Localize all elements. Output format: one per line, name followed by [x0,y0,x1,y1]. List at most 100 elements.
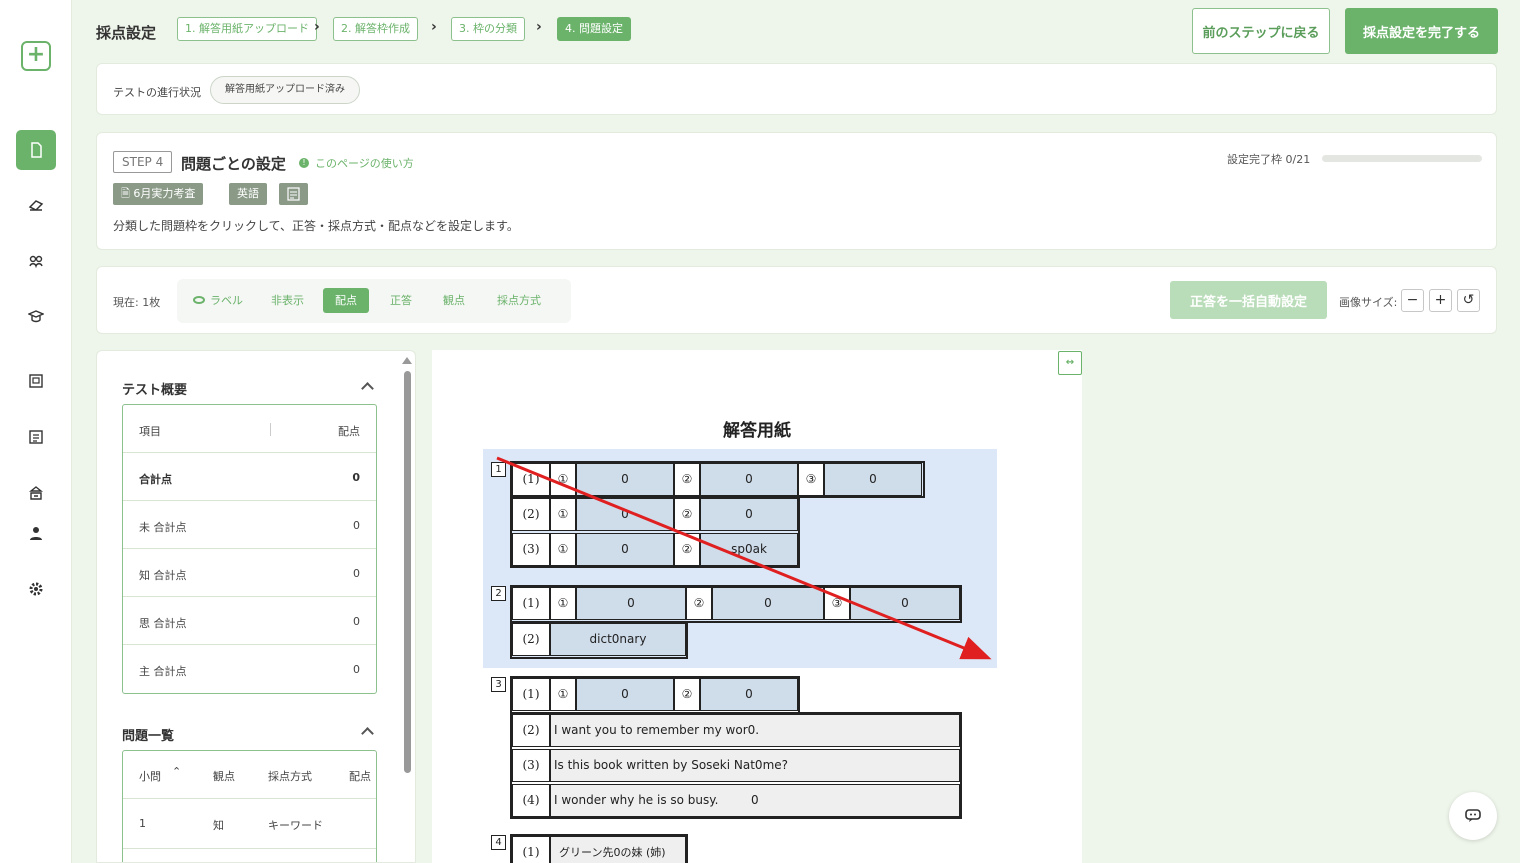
current-page-label: 現在: 1枚 [113,296,161,309]
breadcrumb-step-3[interactable]: 3. 枠の分類 [451,17,525,41]
column-item: 項目 [139,425,161,438]
chevron-up-icon[interactable] [361,382,374,395]
column-score: 配点 [349,770,371,783]
sidebar-item-teacher[interactable] [16,297,56,337]
tab-hidden[interactable]: 非表示 [259,288,316,313]
students-icon [29,255,43,269]
question-table: 小問 ⌃ 観点 採点方式 配点 › 1 知 キーワード [122,750,377,862]
progress-card: テストの進行状況 解答用紙アップロード済み [96,63,1497,115]
table-header: 小問 ⌃ 観点 採点方式 配点 › [123,751,376,799]
column-viewpoint: 観点 [213,770,235,783]
tab-label-text: ラベル [210,294,243,307]
table-row[interactable]: 1 知 キーワード [123,799,376,849]
tab-answer[interactable]: 正答 [378,288,424,313]
auto-answer-button[interactable]: 正答を一括自動設定 [1170,281,1327,319]
row-subquestion: 1 [139,817,146,830]
chevron-right-icon: › [431,19,437,35]
view-mode-tabs: ラベル 非表示 配点 正答 観点 採点方式 [177,279,571,323]
back-button[interactable]: 前のステップに戻る [1192,8,1330,54]
sidebar-item-user[interactable] [16,513,56,553]
row-viewpoint: 知 [213,819,224,832]
sidebar-item-scan[interactable] [16,185,56,225]
row-score: 0 [353,663,360,676]
subject-tag: 英語 [229,183,267,205]
breadcrumb-step-1[interactable]: 1. 解答用紙アップロード [177,17,317,41]
page-title: 採点設定 [96,24,157,42]
reset-zoom-button[interactable]: ↺ [1457,289,1480,312]
left-panel: テスト概要 項目 配点 合計点 0 未 合計点 0 知 合計点 0 思 合計点 … [96,350,416,863]
zoom-out-button[interactable]: − [1401,289,1424,312]
chat-icon [1465,809,1481,822]
sidebar-item-document[interactable] [16,130,56,170]
teacher-icon [28,310,44,323]
scroll-up-icon[interactable] [402,357,412,364]
row-score: 0 [353,615,360,628]
step-title: 問題ごとの設定 [181,155,286,173]
chevron-up-icon[interactable] [361,727,374,740]
sidebar-item-students[interactable] [16,241,56,281]
step-badge: STEP 4 [113,151,173,173]
sidebar: + [0,0,72,863]
row-score: 0 [352,471,360,484]
sidebar-item-list[interactable] [16,417,56,457]
status-badge: 解答用紙アップロード済み [210,76,360,104]
sort-icon[interactable]: ⌃ [172,765,181,778]
table-row: 主 合計点 0 [123,645,376,693]
info-icon: ! [299,158,309,168]
row-score: 0 [353,567,360,580]
row-item: 合計点 [139,473,172,486]
breadcrumb-step-2[interactable]: 2. 解答枠作成 [333,17,418,41]
image-size-label: 画像サイズ: [1339,296,1398,309]
row-score: 0 [353,519,360,532]
arrow-icon [496,456,992,660]
tab-scoring-method[interactable]: 採点方式 [485,288,553,313]
test-name-label: 6月実力考査 [133,187,196,200]
overview-title: テスト概要 [122,383,188,398]
sidebar-item-settings[interactable] [16,569,56,609]
answer-sheet-panel: ↔ 解答用紙 1 (1) ① 0 ② 0 ③ 0 (2) ① 0 ② 0 (3)… [432,350,1082,863]
sidebar-item-organization[interactable] [16,473,56,513]
eye-icon [193,296,205,304]
organization-icon [29,486,43,500]
breadcrumb-step-4[interactable]: 4. 問題設定 [557,17,631,41]
help-link[interactable]: ! このページの使い方 [299,155,414,171]
document-icon [31,142,42,158]
list-icon [29,430,43,444]
completion-label: 設定完了枠 0/21 [1227,153,1311,166]
zoom-in-button[interactable]: + [1429,289,1452,312]
tab-label[interactable]: ラベル [181,288,255,313]
column-score: 配点 [338,425,360,438]
table-row: 知 合計点 0 [123,549,376,597]
chat-button[interactable] [1449,792,1497,840]
chevron-right-icon: › [536,19,542,35]
toolbar-card: 現在: 1枚 ラベル 非表示 配点 正答 観点 採点方式 正答を一括自動設定 画… [96,266,1497,334]
completion-progress-bar [1322,155,1482,162]
row-method: キーワード [268,819,323,832]
column-subquestion[interactable]: 小問 [139,768,161,784]
progress-label: テストの進行状況 [113,86,201,99]
step-card: STEP 4 問題ごとの設定 ! このページの使い方 🗎 6月実力考査 英語 分… [96,132,1497,250]
header: 採点設定 1. 解答用紙アップロード › 2. 解答枠作成 › 3. 枠の分類 … [96,8,1498,54]
complete-button[interactable]: 採点設定を完了する [1345,8,1498,54]
help-label: このページの使い方 [315,157,414,170]
sheet-icon[interactable] [279,183,308,205]
step-description: 分類した問題枠をクリックして、正答・採点方式・配点などを設定します。 [113,219,519,233]
scrollbar[interactable] [404,371,411,773]
tab-viewpoint[interactable]: 観点 [431,288,477,313]
sidebar-item-report[interactable] [16,361,56,401]
table-header: 項目 配点 [123,405,376,453]
row-item: 知 合計点 [139,569,187,582]
document-icon: 🗎 [121,187,134,200]
gear-icon [29,582,43,596]
add-icon[interactable]: + [21,41,51,71]
question-list-title: 問題一覧 [122,729,175,744]
test-name-tag: 🗎 6月実力考査 [113,183,204,205]
chevron-right-icon: › [314,19,320,35]
table-row: 未 合計点 0 [123,501,376,549]
row-item: 思 合計点 [139,617,187,630]
column-divider [270,423,271,436]
column-method: 採点方式 [268,770,312,783]
tab-score[interactable]: 配点 [323,288,369,313]
user-icon [30,527,42,540]
table-row: 合計点 0 [123,453,376,501]
